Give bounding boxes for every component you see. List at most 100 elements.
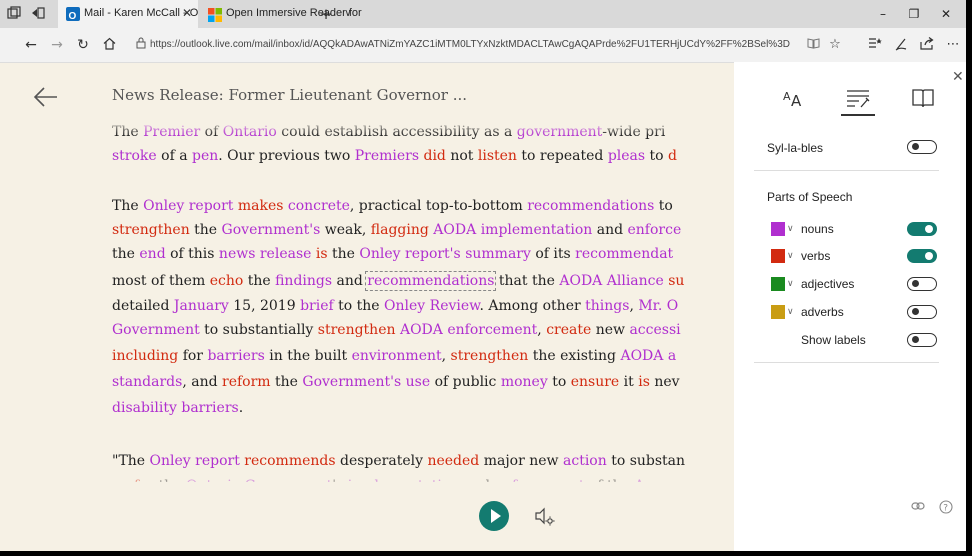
more-options-icon[interactable]: ⋯ <box>944 37 962 52</box>
verb-word: listen <box>477 148 517 164</box>
active-tab-indicator <box>841 114 875 116</box>
article-text: The <box>112 198 144 214</box>
noun-word: disability <box>112 400 177 416</box>
article-text: for <box>178 348 208 364</box>
article-text: . <box>238 400 244 416</box>
tab-actions-icon[interactable] <box>6 6 22 22</box>
restore-button[interactable]: ❐ <box>904 7 924 21</box>
text-preferences-tab[interactable]: AA <box>778 87 808 113</box>
help-icon[interactable]: ? <box>939 500 953 517</box>
article-text: to <box>654 198 673 214</box>
reading-preferences-tab[interactable] <box>908 87 938 113</box>
verbs-color-swatch[interactable] <box>771 249 785 263</box>
noun-word: recommendat <box>575 246 674 262</box>
voice-settings-icon[interactable] <box>534 505 556 527</box>
article-text: "The <box>112 453 150 469</box>
tab-list-button[interactable]: ∨ <box>340 6 356 22</box>
pen-icon[interactable] <box>892 37 910 55</box>
new-tab-button[interactable]: + <box>318 6 334 22</box>
link-icon[interactable] <box>911 500 925 514</box>
noun-word: concrete <box>287 198 350 214</box>
syllables-toggle[interactable] <box>907 140 937 154</box>
noun-word: use <box>405 374 431 390</box>
tab-mail[interactable]: O Mail - Karen McCall - O ✕ <box>58 0 198 28</box>
verbs-toggle[interactable] <box>907 249 937 263</box>
adverbs-color-swatch[interactable] <box>771 305 785 319</box>
verb-word: echo <box>209 273 244 289</box>
close-window-button[interactable]: ✕ <box>936 7 956 21</box>
parts-of-speech-heading: Parts of Speech <box>767 190 853 204</box>
nouns-toggle[interactable] <box>907 222 937 236</box>
noun-word: action <box>563 453 607 469</box>
favorite-star-icon[interactable]: ☆ <box>826 37 844 52</box>
article-text: not <box>445 148 478 164</box>
noun-word: Onley <box>359 246 401 262</box>
reading-view-icon[interactable] <box>804 37 822 53</box>
close-panel-icon[interactable]: ✕ <box>952 69 964 85</box>
browser-window: O Mail - Karen McCall - O ✕ Open Immersi… <box>0 0 966 551</box>
verb-word: flagging <box>370 222 429 238</box>
noun-word: January <box>173 298 229 314</box>
adverbs-toggle[interactable] <box>907 305 937 319</box>
syllables-label: Syl-la-bles <box>767 141 824 155</box>
verb-word: ensure <box>570 374 620 390</box>
verb-word: makes <box>237 198 284 214</box>
verb-word: create <box>546 322 592 338</box>
noun-word: report <box>188 198 234 214</box>
forward-icon[interactable]: → <box>48 37 66 53</box>
back-arrow-icon[interactable] <box>33 86 59 108</box>
article-text: to <box>547 374 571 390</box>
svg-text:O: O <box>69 11 77 22</box>
article-line: disability barriers. <box>112 400 243 416</box>
article-text: the <box>243 273 276 289</box>
article-text: the <box>112 246 140 262</box>
nouns-color-swatch[interactable] <box>771 222 785 236</box>
microsoft-icon <box>208 7 222 22</box>
chevron-down-icon[interactable]: ∨ <box>787 224 794 234</box>
show-labels-toggle[interactable] <box>907 333 937 347</box>
noun-word: findings <box>275 273 333 289</box>
minimize-button[interactable]: – <box>873 7 893 21</box>
article-text: that the <box>494 273 560 289</box>
noun-word: news <box>218 246 256 262</box>
article-text: 15, 2019 <box>228 298 301 314</box>
close-tab-icon[interactable]: ✕ <box>182 6 192 20</box>
article-text: the <box>327 246 360 262</box>
noun-word: things <box>585 298 630 314</box>
noun-word: accessi <box>629 322 681 338</box>
adjectives-toggle[interactable] <box>907 277 937 291</box>
home-icon[interactable] <box>100 37 118 54</box>
favorites-hub-icon[interactable] <box>866 37 884 53</box>
noun-word: enforcement <box>447 322 538 338</box>
url-field[interactable]: https://outlook.live.com/mail/inbox/id/A… <box>150 39 790 50</box>
noun-word: Onley <box>149 453 191 469</box>
refresh-icon[interactable]: ↻ <box>74 37 92 53</box>
divider <box>754 362 939 363</box>
article-text: weak, <box>320 222 371 238</box>
tab-immersive-reader[interactable]: Open Immersive Reader for <box>200 0 362 28</box>
article-text: to <box>645 148 669 164</box>
chevron-down-icon[interactable]: ∨ <box>787 279 794 289</box>
noun-word: report's <box>405 246 461 262</box>
article-line: "The Onley report recommends desperately… <box>112 453 685 469</box>
grammar-tools-tab[interactable] <box>843 87 873 113</box>
share-icon[interactable] <box>918 37 936 54</box>
tabs-aside-icon[interactable] <box>30 6 46 22</box>
lock-icon[interactable] <box>132 37 150 53</box>
verb-word: strengthen <box>112 222 190 238</box>
article-text: it <box>619 374 639 390</box>
chevron-down-icon[interactable]: ∨ <box>787 251 794 261</box>
adjectives-color-swatch[interactable] <box>771 277 785 291</box>
play-button[interactable] <box>479 501 509 531</box>
noun-word: Alliance <box>606 273 664 289</box>
fade-top <box>112 118 734 136</box>
noun-word: barriers <box>207 348 265 364</box>
back-icon[interactable]: ← <box>22 37 40 53</box>
noun-word: pleas <box>607 148 646 164</box>
chevron-down-icon[interactable]: ∨ <box>787 307 794 317</box>
verb-word: did <box>423 148 446 164</box>
article-line: The Onley report makes concrete, practic… <box>112 198 673 214</box>
article-text: in the built <box>264 348 352 364</box>
noun-word: recommendations <box>527 198 655 214</box>
article-line: Government to substantially strengthen A… <box>112 322 681 338</box>
